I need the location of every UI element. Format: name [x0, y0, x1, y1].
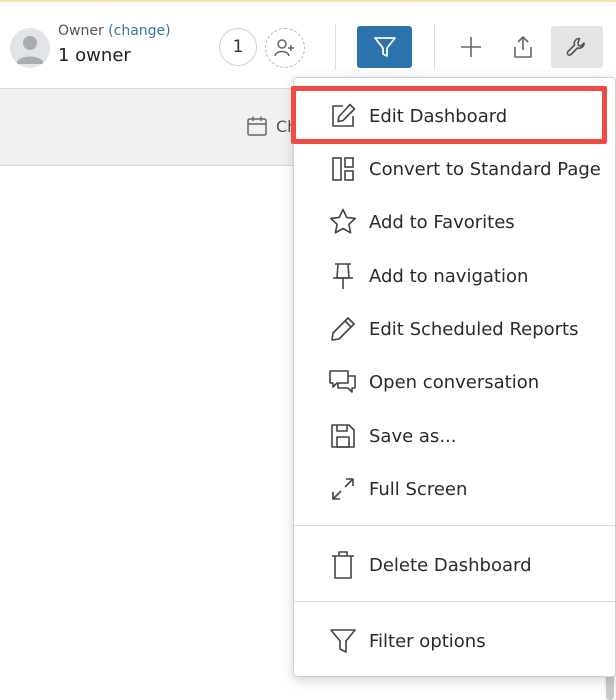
menu-item-label: Filter options	[369, 630, 486, 652]
menu-item-full-screen[interactable]: Full Screen	[294, 464, 615, 514]
owner-count: 1 owner	[58, 45, 131, 66]
menu-item-label: Convert to Standard Page	[369, 158, 601, 180]
menu-item-add-to-navigation[interactable]: Add to navigation	[294, 251, 615, 301]
share-button[interactable]	[501, 26, 545, 68]
chat-icon	[327, 366, 359, 398]
menu-item-label: Add to Favorites	[369, 211, 515, 233]
menu-divider	[294, 525, 615, 526]
owner-count-badge[interactable]: 1	[219, 28, 257, 66]
menu-item-label: Add to navigation	[369, 265, 529, 287]
wrench-icon	[565, 35, 589, 59]
add-button[interactable]	[449, 26, 493, 68]
owner-label: Owner (change)	[58, 23, 171, 39]
plus-icon	[459, 35, 483, 59]
layout-icon	[327, 153, 359, 185]
add-owner-button[interactable]	[265, 28, 305, 68]
toolbar-divider	[335, 24, 336, 70]
menu-item-label: Open conversation	[369, 371, 540, 393]
star-icon	[327, 206, 359, 238]
menu-item-edit-scheduled-reports[interactable]: Edit Scheduled Reports	[294, 304, 615, 354]
pin-icon	[327, 260, 359, 292]
menu-item-label: Full Screen	[369, 478, 468, 500]
filter-icon	[372, 34, 398, 60]
calendar-icon	[246, 115, 268, 137]
menu-item-open-conversation[interactable]: Open conversation	[294, 357, 615, 407]
menu-item-convert-to-standard-page[interactable]: Convert to Standard Page	[294, 144, 615, 194]
menu-item-add-to-favorites[interactable]: Add to Favorites	[294, 197, 615, 247]
menu-item-save-as[interactable]: Save as...	[294, 411, 615, 461]
trash-icon	[327, 549, 359, 581]
menu-item-label: Edit Scheduled Reports	[369, 318, 579, 340]
pencil-icon	[327, 313, 359, 345]
menu-item-label: Save as...	[369, 425, 457, 447]
toolbar-divider	[434, 24, 435, 70]
add-user-icon	[274, 37, 296, 59]
menu-item-delete-dashboard[interactable]: Delete Dashboard	[294, 540, 615, 590]
menu-item-label: Delete Dashboard	[369, 554, 532, 576]
dashboard-actions-menu: Edit Dashboard Convert to Standard Page …	[293, 77, 616, 677]
settings-wrench-button[interactable]	[551, 26, 603, 68]
top-toolbar: Owner (change) 1 owner 1	[0, 0, 616, 88]
share-icon	[511, 35, 535, 59]
owner-label-text: Owner	[58, 23, 104, 39]
change-owner-link[interactable]: (change)	[108, 23, 170, 39]
date-range-control[interactable]: Ch	[246, 115, 297, 137]
fullscreen-icon	[327, 473, 359, 505]
user-avatar-icon	[10, 28, 50, 68]
edit-icon	[327, 100, 359, 132]
filter-icon	[327, 625, 359, 657]
save-icon	[327, 420, 359, 452]
menu-divider	[294, 601, 615, 602]
filter-button[interactable]	[357, 26, 412, 68]
menu-item-edit-dashboard[interactable]: Edit Dashboard	[294, 91, 615, 141]
menu-item-filter-options[interactable]: Filter options	[294, 616, 615, 666]
menu-item-label: Edit Dashboard	[369, 105, 508, 127]
